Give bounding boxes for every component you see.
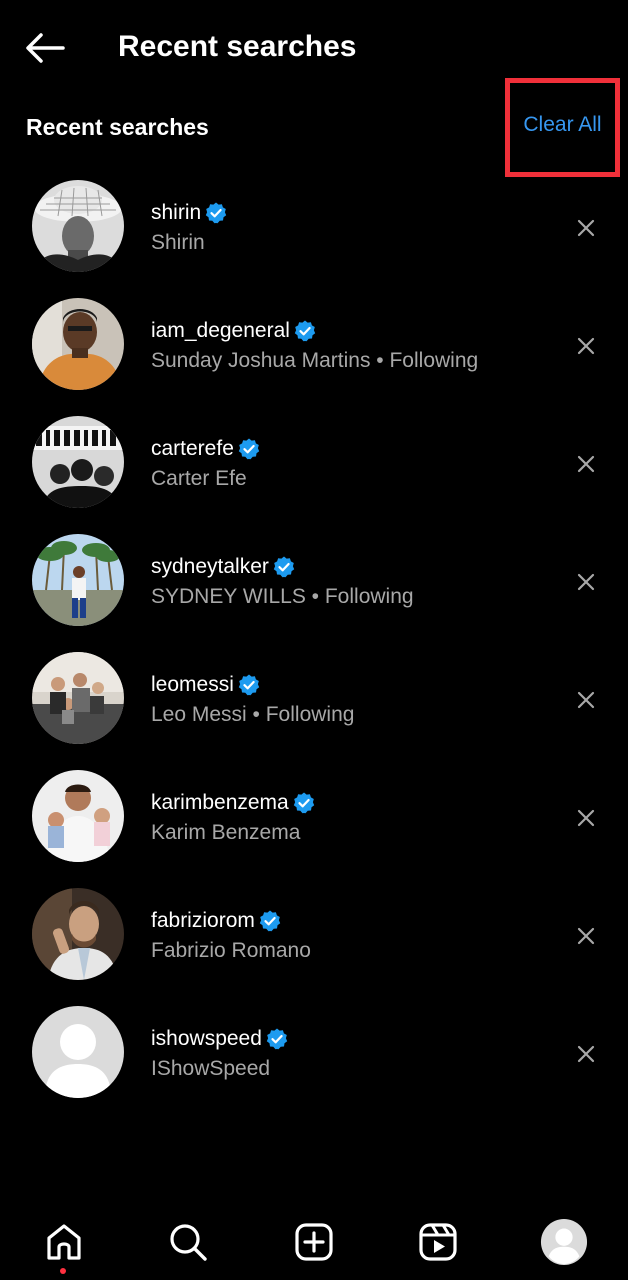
close-icon <box>577 219 595 237</box>
full-name: Karim Benzema <box>151 821 301 844</box>
nav-reels[interactable] <box>414 1218 462 1266</box>
search-result-row[interactable]: leomessi Leo Messi • Following <box>0 642 628 760</box>
search-icon <box>170 1224 207 1261</box>
home-icon <box>47 1224 81 1260</box>
remove-result-button[interactable] <box>572 332 600 360</box>
full-name: IShowSpeed <box>151 1057 271 1080</box>
verified-badge-icon <box>273 556 295 578</box>
search-result-row[interactable]: shirin Shirin <box>0 170 628 288</box>
remove-result-button[interactable] <box>572 1040 600 1068</box>
remove-result-button[interactable] <box>572 568 600 596</box>
clear-all-highlight: Clear All <box>505 78 620 177</box>
avatar <box>32 770 124 862</box>
page-title: Recent searches <box>118 30 357 63</box>
close-icon <box>577 337 595 355</box>
reels-icon <box>419 1223 457 1261</box>
close-icon <box>577 691 595 709</box>
username: karimbenzema <box>151 791 289 814</box>
recent-searches-screen: Recent searches Recent searches Clear Al… <box>0 0 628 1280</box>
search-result-row[interactable]: iam_degeneral Sunday Joshua Martins • Fo… <box>0 288 628 406</box>
verified-badge-icon <box>293 792 314 814</box>
search-result-row[interactable]: sydneytalker SYDNEY WILLS • Following <box>0 524 628 642</box>
avatar <box>32 888 124 980</box>
arrow-left-icon <box>26 33 65 63</box>
avatar <box>32 298 124 390</box>
avatar <box>32 180 124 272</box>
full-name: Sunday Joshua Martins • Following <box>151 349 479 372</box>
search-result-row[interactable]: ishowspeed IShowSpeed <box>0 996 628 1114</box>
full-name: Carter Efe <box>151 467 247 490</box>
nav-search[interactable] <box>164 1218 212 1266</box>
close-icon <box>577 455 595 473</box>
close-icon <box>577 927 595 945</box>
remove-result-button[interactable] <box>572 686 600 714</box>
notification-dot <box>60 1268 66 1274</box>
verified-badge-icon <box>238 438 260 460</box>
avatar <box>32 1006 124 1098</box>
username: fabriziorom <box>151 909 255 932</box>
remove-result-button[interactable] <box>572 214 600 242</box>
full-name: Fabrizio Romano <box>151 939 311 962</box>
profile-avatar-icon <box>540 1218 588 1266</box>
remove-result-button[interactable] <box>572 450 600 478</box>
close-icon <box>577 1045 595 1063</box>
avatar <box>32 416 124 508</box>
nav-home[interactable] <box>40 1218 88 1266</box>
avatar <box>32 534 124 626</box>
verified-badge-icon <box>294 320 316 342</box>
username: leomessi <box>151 673 234 696</box>
remove-result-button[interactable] <box>572 922 600 950</box>
search-result-row[interactable]: carterefe Carter Efe <box>0 406 628 524</box>
avatar <box>32 652 124 744</box>
nav-create[interactable] <box>290 1218 338 1266</box>
username: carterefe <box>151 437 234 460</box>
verified-badge-icon <box>259 910 281 932</box>
full-name: SYDNEY WILLS • Following <box>151 585 414 608</box>
username: sydneytalker <box>151 555 269 578</box>
search-result-row[interactable]: fabriziorom Fabrizio Romano <box>0 878 628 996</box>
username: iam_degeneral <box>151 319 290 342</box>
bottom-nav-bar <box>0 1200 628 1280</box>
username: ishowspeed <box>151 1027 262 1050</box>
remove-result-button[interactable] <box>572 804 600 832</box>
nav-profile[interactable] <box>540 1218 588 1266</box>
verified-badge-icon <box>238 674 260 696</box>
search-result-row[interactable]: karimbenzema Karim Benzema <box>0 760 628 878</box>
verified-badge-icon <box>205 202 227 224</box>
back-button[interactable] <box>22 28 68 68</box>
clear-all-button[interactable]: Clear All <box>523 112 601 138</box>
verified-badge-icon <box>266 1028 288 1050</box>
username: shirin <box>151 201 202 224</box>
close-icon <box>577 573 595 591</box>
section-title: Recent searches <box>26 114 209 140</box>
full-name: Shirin <box>151 231 205 254</box>
add-post-icon <box>295 1223 333 1261</box>
full-name: Leo Messi • Following <box>151 703 355 726</box>
close-icon <box>577 809 595 827</box>
